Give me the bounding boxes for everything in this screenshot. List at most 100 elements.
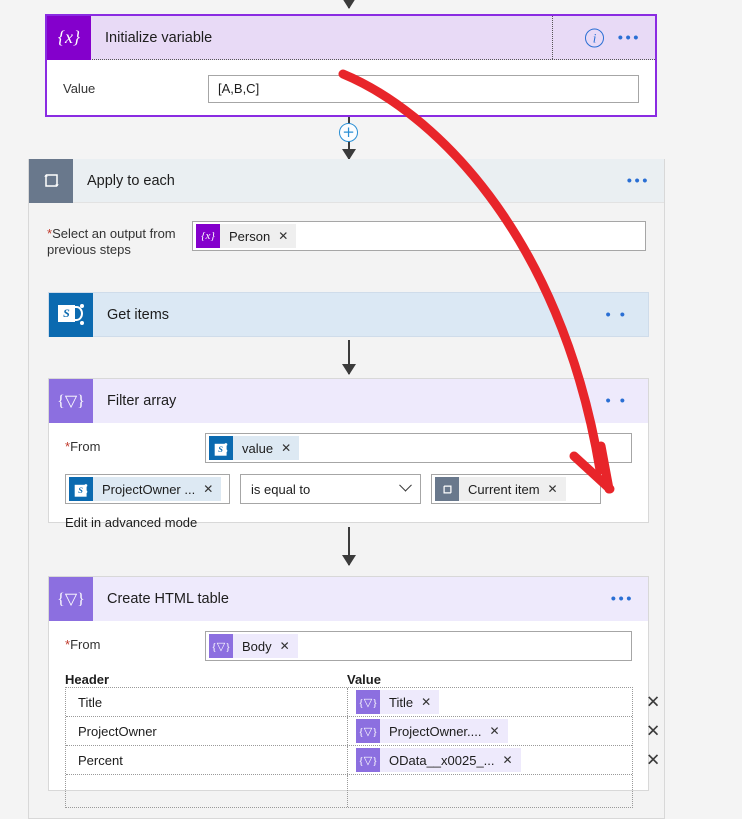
header-value-column-titles: Header Value — [65, 672, 632, 687]
token-projectowner[interactable]: S ProjectOwner ... ✕ — [69, 477, 222, 501]
select-output-label-line2: previous steps — [47, 242, 131, 257]
token-person-label: Person — [229, 228, 271, 244]
token-title-label: Title — [389, 694, 414, 710]
initialize-variable-card[interactable]: {x} Initialize variable i ••• Value [A,B… — [45, 14, 657, 117]
get-items-card[interactable]: S Get items •• — [48, 292, 649, 337]
connector-arrow-top — [348, 0, 350, 8]
condition-left-input[interactable]: S ProjectOwner ... ✕ — [65, 474, 230, 504]
table-row[interactable] — [66, 775, 632, 807]
html-from-label-text: From — [70, 637, 101, 652]
filter-from-label: *From — [65, 433, 205, 455]
select-output-label-line1: Select an output from — [52, 226, 176, 241]
filter-from-input[interactable]: S value ✕ — [205, 433, 632, 463]
filter-array-body: *From S value ✕ S ProjectOwner ... ✕ is … — [49, 423, 648, 530]
apply-to-each-body: *Select an output from previous steps {x… — [29, 203, 664, 258]
header-cell-input[interactable]: Percent — [66, 746, 348, 774]
select-output-row: *Select an output from previous steps {x… — [47, 221, 646, 258]
token-value-label: value — [242, 440, 274, 456]
value-cell-input[interactable]: {▽} OData__x0025_... ✕ — [348, 746, 632, 774]
loop-foreach-icon — [29, 158, 73, 203]
sharepoint-icon: S — [69, 477, 93, 501]
filter-braces-icon: {▽} — [209, 634, 233, 658]
sharepoint-icon: S — [209, 436, 233, 460]
initialize-variable-header[interactable]: {x} Initialize variable i ••• — [47, 15, 655, 60]
html-from-label: *From — [65, 631, 205, 653]
token-person-remove-icon[interactable]: ✕ — [278, 229, 296, 243]
token-body-label: Body — [242, 638, 272, 654]
get-items-header[interactable]: S Get items •• — [49, 293, 648, 337]
filter-braces-icon: {▽} — [49, 379, 93, 423]
token-percent-value[interactable]: {▽} OData__x0025_... ✕ — [356, 748, 521, 772]
value-input[interactable]: [A,B,C] — [208, 74, 639, 103]
select-output-input[interactable]: {x} Person ✕ — [192, 221, 646, 251]
more-options-icon[interactable]: ••• — [618, 30, 641, 45]
token-value[interactable]: S value ✕ — [209, 436, 300, 460]
chevron-down-icon — [399, 478, 412, 492]
more-options-icon[interactable]: •• — [605, 394, 634, 409]
filter-from-label-text: From — [70, 439, 101, 454]
token-current-item-remove-icon[interactable]: ✕ — [548, 482, 566, 496]
apply-to-each-header[interactable]: Apply to each ••• — [29, 158, 664, 203]
variable-braces-icon: {x} — [196, 224, 220, 248]
token-body[interactable]: {▽} Body ✕ — [209, 634, 298, 658]
create-html-table-body: *From {▽} Body ✕ Header Value Title {▽} — [49, 621, 660, 808]
connector-arrow-filter-to-html — [348, 527, 350, 565]
header-cell-input[interactable]: ProjectOwner — [66, 717, 348, 745]
value-field-label: Value — [63, 81, 96, 96]
filter-braces-icon: {▽} — [356, 748, 380, 772]
token-current-item[interactable]: Current item ✕ — [435, 477, 566, 501]
condition-operator-select[interactable]: is equal to — [240, 474, 421, 504]
token-title-remove-icon[interactable]: ✕ — [421, 695, 439, 709]
filter-braces-icon: {▽} — [356, 690, 380, 714]
token-percent-value-remove-icon[interactable]: ✕ — [503, 753, 521, 767]
token-current-item-label: Current item — [468, 481, 540, 497]
filter-braces-icon: {▽} — [49, 577, 93, 621]
token-person[interactable]: {x} Person ✕ — [196, 224, 297, 248]
sharepoint-icon: S — [49, 293, 93, 337]
initialize-variable-title: Initialize variable — [105, 29, 213, 46]
delete-row-icon[interactable]: ✕ — [646, 723, 660, 740]
token-projectowner-remove-icon[interactable]: ✕ — [203, 482, 221, 496]
add-step-plus-icon[interactable]: + — [339, 123, 358, 142]
create-html-table-card[interactable]: {▽} Create HTML table ••• *From {▽} Body… — [48, 576, 660, 808]
get-items-title: Get items — [107, 307, 170, 323]
info-icon[interactable]: i — [585, 28, 604, 47]
value-cell-input[interactable]: {▽} Title ✕ — [348, 688, 632, 716]
create-html-table-header[interactable]: {▽} Create HTML table ••• — [49, 577, 648, 621]
table-row[interactable]: ProjectOwner {▽} ProjectOwner.... ✕ ✕ — [66, 717, 660, 746]
filter-array-card[interactable]: {▽} Filter array •• *From S value ✕ S Pr… — [48, 378, 649, 530]
token-projectowner-value-remove-icon[interactable]: ✕ — [489, 724, 507, 738]
filter-braces-icon: {▽} — [356, 719, 380, 743]
table-row[interactable]: Percent {▽} OData__x0025_... ✕ ✕ — [66, 746, 660, 775]
table-row[interactable]: Title {▽} Title ✕ ✕ — [66, 688, 660, 717]
token-percent-value-label: OData__x0025_... — [389, 752, 495, 768]
delete-row-icon[interactable]: ✕ — [646, 694, 660, 711]
delete-row-icon[interactable]: ✕ — [646, 752, 660, 769]
create-html-table-title: Create HTML table — [107, 591, 229, 607]
html-from-input[interactable]: {▽} Body ✕ — [205, 631, 632, 661]
condition-right-input[interactable]: Current item ✕ — [431, 474, 601, 504]
select-output-label: *Select an output from previous steps — [47, 221, 192, 258]
token-body-remove-icon[interactable]: ✕ — [280, 639, 298, 653]
more-options-icon[interactable]: •• — [605, 308, 634, 323]
filter-condition-row: S ProjectOwner ... ✕ is equal to Current… — [65, 474, 632, 504]
header-cell-input[interactable] — [66, 775, 348, 807]
filter-array-title: Filter array — [107, 393, 177, 409]
variable-braces-icon: {x} — [47, 15, 91, 60]
apply-to-each-title: Apply to each — [87, 172, 175, 189]
more-options-icon[interactable]: ••• — [611, 592, 634, 607]
html-from-row: *From {▽} Body ✕ — [65, 631, 632, 661]
token-projectowner-label: ProjectOwner ... — [102, 481, 196, 497]
token-projectowner-value[interactable]: {▽} ProjectOwner.... ✕ — [356, 719, 508, 743]
column-title-header: Header — [65, 672, 110, 687]
header-cell-input[interactable]: Title — [66, 688, 348, 716]
filter-array-header[interactable]: {▽} Filter array •• — [49, 379, 648, 423]
token-projectowner-value-label: ProjectOwner.... — [389, 723, 482, 739]
value-cell-input[interactable]: {▽} ProjectOwner.... ✕ — [348, 717, 632, 745]
loop-foreach-icon — [435, 477, 459, 501]
token-value-remove-icon[interactable]: ✕ — [281, 441, 299, 455]
token-title[interactable]: {▽} Title ✕ — [356, 690, 440, 714]
more-options-icon[interactable]: ••• — [627, 173, 650, 188]
initialize-variable-body: Value [A,B,C] — [47, 60, 655, 117]
value-cell-input[interactable] — [348, 775, 632, 807]
